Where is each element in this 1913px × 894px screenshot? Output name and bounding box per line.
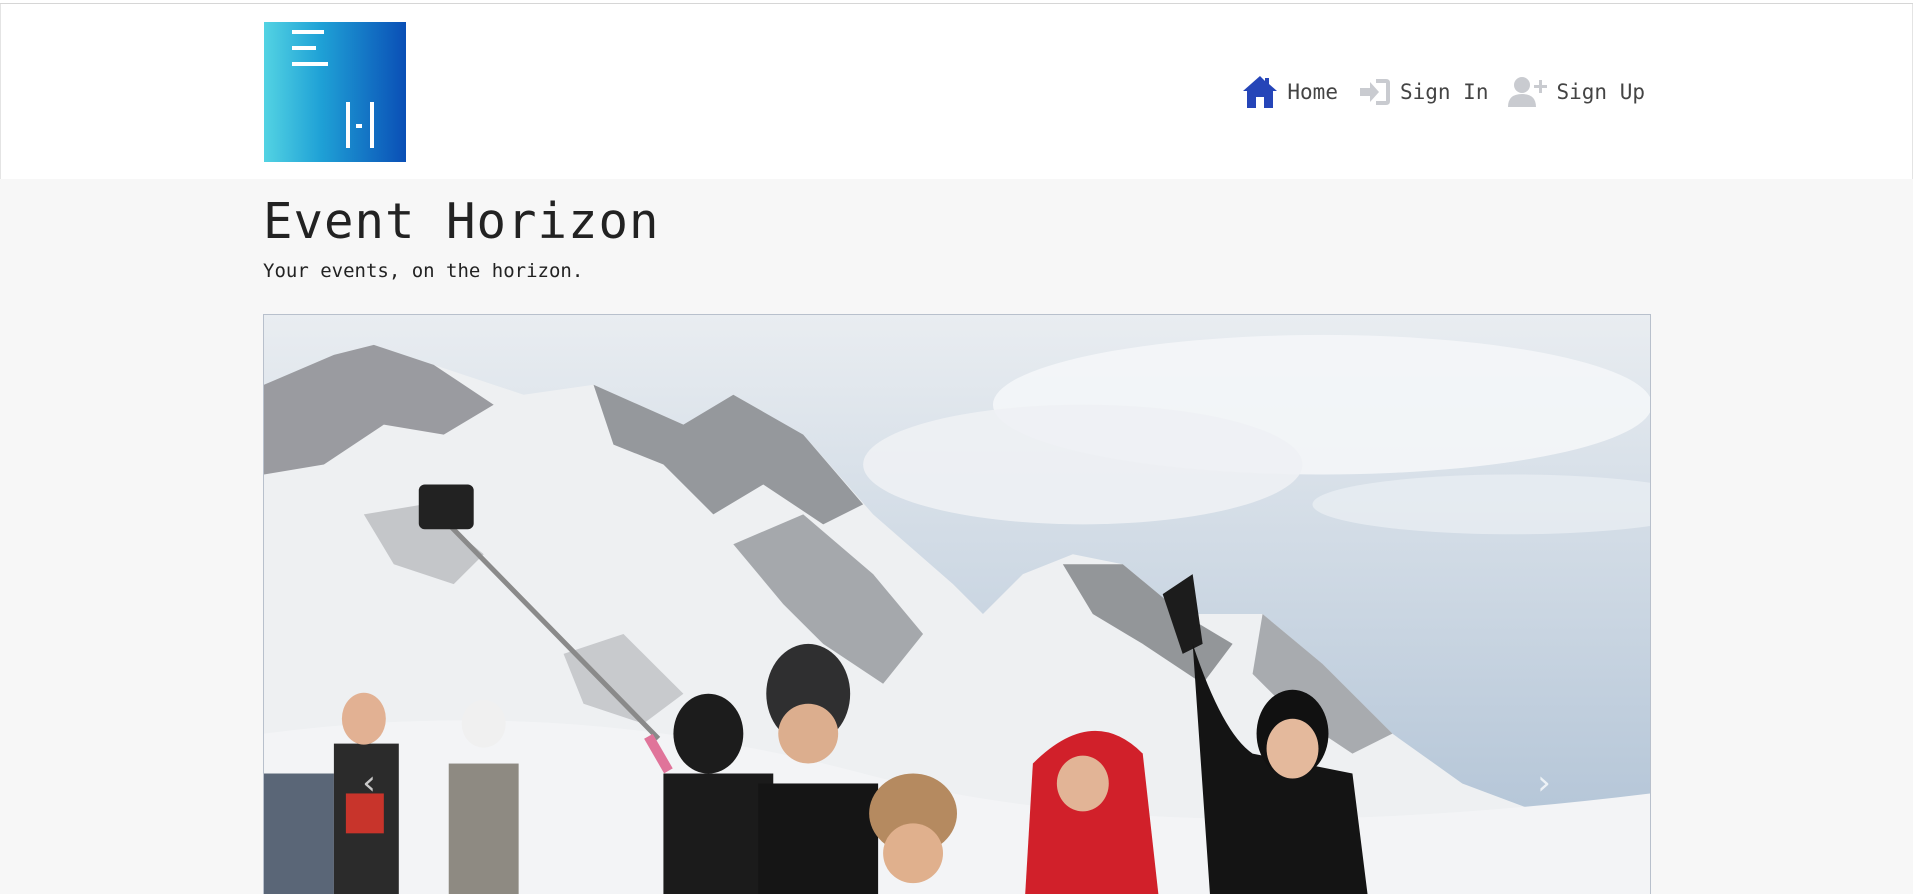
nav-sign-in-label: Sign In (1399, 80, 1489, 104)
logo-bar (292, 46, 316, 50)
nav-home-link[interactable]: Home (1241, 74, 1338, 110)
image-carousel[interactable]: ‹ › (263, 314, 1651, 894)
logo-bar (356, 124, 362, 128)
nav-sign-up-link[interactable]: Sign Up (1508, 75, 1645, 109)
sign-in-icon (1358, 76, 1392, 108)
logo-bar (370, 102, 374, 148)
page-title: Event Horizon (263, 193, 660, 250)
carousel-image (264, 315, 1650, 894)
carousel-next-icon[interactable]: › (1529, 765, 1559, 801)
main-content: Event Horizon Your events, on the horizo… (0, 179, 1913, 894)
home-icon (1241, 74, 1279, 110)
nav-links: Home Sign In Sign Up (1241, 74, 1645, 110)
logo-bar (292, 30, 324, 34)
logo-bar (292, 62, 328, 66)
navbar: Home Sign In Sign Up (0, 4, 1913, 179)
carousel-prev-icon[interactable]: ‹ (354, 765, 384, 801)
add-user-icon (1508, 75, 1548, 109)
page-tagline: Your events, on the horizon. (263, 259, 584, 282)
nav-sign-in-link[interactable]: Sign In (1358, 76, 1489, 108)
logo-bar (346, 102, 350, 148)
nav-home-label: Home (1287, 80, 1338, 104)
nav-sign-up-label: Sign Up (1556, 80, 1645, 104)
brand-logo[interactable] (264, 22, 406, 162)
